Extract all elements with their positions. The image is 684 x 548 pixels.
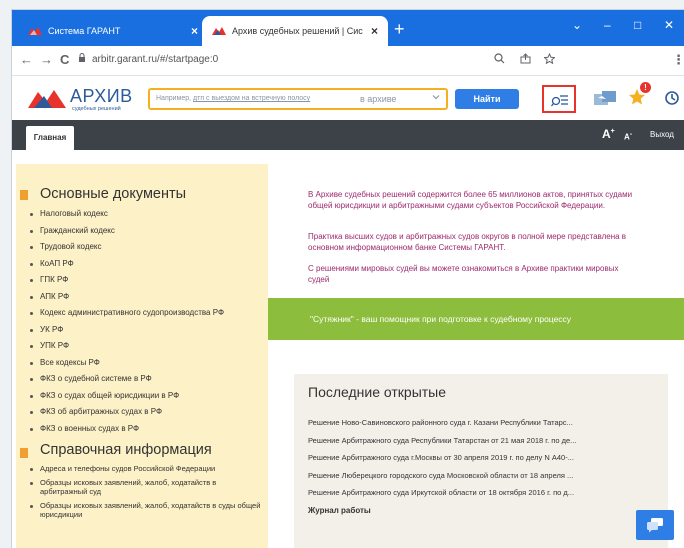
- doc-link[interactable]: Все кодексы РФ: [30, 355, 224, 372]
- section-marker: [20, 448, 28, 458]
- tab-search-icon[interactable]: ⌄: [572, 18, 582, 32]
- archive-info-text: В Архиве судебных решений содержится бол…: [308, 190, 633, 210]
- close-tab-icon[interactable]: ×: [371, 24, 378, 38]
- left-panel: Основные документы Налоговый кодекс Граж…: [16, 164, 268, 548]
- chat-icon: [646, 517, 664, 538]
- browser-menu-icon[interactable]: ⋮: [672, 52, 684, 68]
- address-bar: ← → C arbitr.garant.ru/#/startpage:0 ⋮: [12, 46, 684, 76]
- doc-link[interactable]: ФКЗ о судах общей юрисдикции в РФ: [30, 388, 224, 405]
- ref-info-list: Адреса и телефоны судов Российской Федер…: [30, 464, 262, 524]
- tab-garant[interactable]: Система ГАРАНТ ×: [18, 16, 208, 46]
- tab-strip: Система ГАРАНТ × Архив судебных решений …: [12, 10, 684, 46]
- lock-icon: [78, 53, 86, 66]
- close-window-icon[interactable]: ✕: [664, 18, 674, 32]
- doc-link[interactable]: АПК РФ: [30, 289, 224, 306]
- maximize-icon[interactable]: □: [634, 18, 641, 32]
- recent-item[interactable]: Решение Люберецкого городского суда Моск…: [308, 467, 646, 485]
- back-icon[interactable]: ←: [20, 52, 33, 67]
- main-docs-list: Налоговый кодекс Гражданский кодекс Труд…: [30, 206, 224, 437]
- recent-title: Последние открытые: [308, 384, 447, 400]
- garant-logo-icon: [28, 88, 66, 115]
- main-nav-bar: Главная A+ A- Выход: [12, 120, 684, 150]
- garant-favicon-icon: [28, 26, 42, 36]
- notification-badge: !: [640, 82, 651, 93]
- sutyazhnik-banner[interactable]: "Сутяжник" - ваш помощник при подготовке…: [268, 298, 684, 340]
- tab-title: Архив судебных решений | Сис: [232, 26, 363, 36]
- main-docs-title: Основные документы: [40, 186, 187, 202]
- doc-link[interactable]: Кодекс административного судопроизводств…: [30, 305, 224, 322]
- minimize-icon[interactable]: –: [604, 18, 611, 32]
- doc-link[interactable]: ФКЗ об арбитражных судах в РФ: [30, 404, 224, 421]
- doc-link[interactable]: КоАП РФ: [30, 256, 224, 273]
- search-placeholder: Например, дтп с выездом на встречную пол…: [156, 95, 311, 102]
- doc-link[interactable]: Гражданский кодекс: [30, 223, 224, 240]
- find-button[interactable]: Найти: [455, 89, 519, 109]
- recent-item[interactable]: Решение Арбитражного суда г.Москвы от 30…: [308, 449, 646, 467]
- close-tab-icon[interactable]: ×: [191, 24, 198, 38]
- documents-icon[interactable]: [594, 90, 618, 111]
- main-content: Основные документы Налоговый кодекс Граж…: [12, 150, 684, 548]
- share-icon[interactable]: [520, 53, 531, 67]
- url-field[interactable]: arbitr.garant.ru/#/startpage:0: [92, 54, 218, 65]
- recent-item[interactable]: Решение Арбитражного суда Республики Тат…: [308, 432, 646, 450]
- magistrate-link[interactable]: С решениями мировых судей вы можете озна…: [308, 264, 638, 285]
- doc-link[interactable]: Налоговый кодекс: [30, 206, 224, 223]
- doc-link[interactable]: ФКЗ о военных судах в РФ: [30, 421, 224, 438]
- recent-item[interactable]: Решение Ново-Савиновского районного суда…: [308, 414, 646, 432]
- section-marker: [20, 190, 28, 200]
- doc-link[interactable]: УПК РФ: [30, 338, 224, 355]
- tab-home[interactable]: Главная: [26, 126, 74, 150]
- reload-icon[interactable]: C: [60, 52, 69, 67]
- history-icon[interactable]: [664, 90, 680, 111]
- bookmark-star-icon[interactable]: [543, 52, 556, 67]
- zoom-icon[interactable]: [494, 53, 505, 67]
- chat-button[interactable]: [636, 510, 674, 540]
- forward-icon[interactable]: →: [40, 52, 53, 67]
- search-scope-select[interactable]: в архиве: [360, 94, 396, 104]
- tab-archive[interactable]: Архив судебных решений | Сис ×: [202, 16, 388, 46]
- new-tab-button[interactable]: +: [394, 20, 405, 38]
- logo-text: АРХИВ: [70, 86, 133, 106]
- doc-link[interactable]: ГПК РФ: [30, 272, 224, 289]
- archive-favicon-icon: [212, 26, 226, 36]
- doc-link[interactable]: ФКЗ о судебной системе в РФ: [30, 371, 224, 388]
- doc-link[interactable]: Трудовой кодекс: [30, 239, 224, 256]
- ref-link[interactable]: Адреса и телефоны судов Российской Федер…: [30, 464, 262, 474]
- ref-link[interactable]: Образцы исковых заявлений, жалоб, ходата…: [30, 501, 262, 520]
- site-header: АРХИВ судебных решений Например, дтп с в…: [12, 76, 684, 120]
- advanced-search-button[interactable]: [542, 85, 576, 113]
- chevron-down-icon[interactable]: [432, 93, 440, 103]
- doc-link[interactable]: УК РФ: [30, 322, 224, 339]
- tab-title: Система ГАРАНТ: [48, 26, 121, 36]
- increase-font-button[interactable]: A+: [602, 127, 615, 141]
- decrease-font-button[interactable]: A-: [624, 131, 632, 142]
- ref-info-title: Справочная информация: [40, 442, 212, 458]
- journal-link[interactable]: Журнал работы: [308, 506, 371, 515]
- search-input[interactable]: Например, дтп с выездом на встречную пол…: [148, 88, 448, 110]
- advanced-search-icon: [550, 93, 569, 112]
- recent-list: Решение Ново-Савиновского районного суда…: [308, 414, 646, 502]
- logo-subtitle: судебных решений: [72, 106, 121, 112]
- ref-link[interactable]: Образцы исковых заявлений, жалоб, ходата…: [30, 478, 262, 497]
- logout-button[interactable]: Выход: [650, 130, 674, 139]
- practice-info-text: Практика высших судов и арбитражных судо…: [308, 232, 627, 252]
- recent-item[interactable]: Решение Арбитражного суда Иркутской обла…: [308, 484, 646, 502]
- browser-window: Система ГАРАНТ × Архив судебных решений …: [12, 10, 684, 548]
- recent-panel: Последние открытые Решение Ново-Савиновс…: [294, 374, 668, 548]
